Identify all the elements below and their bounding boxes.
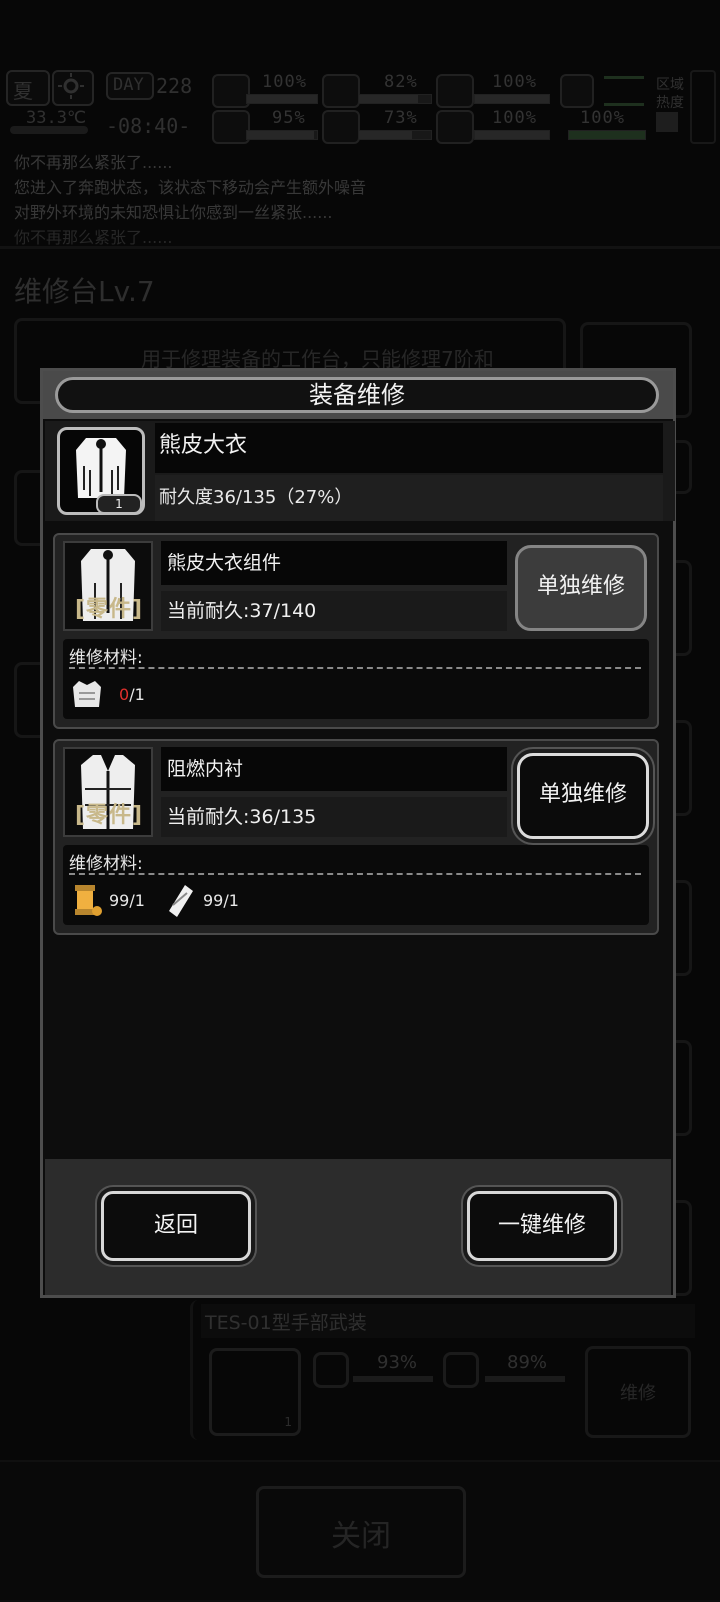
materials-label: 维修材料: [69, 854, 143, 874]
materials-label: 维修材料: [69, 648, 143, 668]
repair-part-button[interactable]: 单独维修 [517, 753, 649, 839]
repair-all-label: 一键维修 [497, 1213, 586, 1238]
material-need: /1 [129, 891, 145, 910]
part-tag: [零件] [74, 803, 144, 828]
repair-all-button[interactable]: 一键维修 [467, 1191, 617, 1261]
part-card: [零件] 熊皮大衣组件 当前耐久:37/140 单独维修 维修材料: 0/1 [53, 533, 659, 729]
material-have: 99 [109, 891, 130, 910]
fur-icon [73, 681, 101, 707]
material-need: /1 [223, 891, 239, 910]
materials-box: 维修材料: 0/1 [63, 639, 649, 719]
equipment-durability: 耐久度36/135（27%） [155, 475, 663, 521]
material-need: /1 [129, 685, 145, 704]
part-durability: 当前耐久:36/135 [161, 797, 507, 837]
material-count: 99/1 [203, 891, 239, 910]
material-count: 99/1 [109, 891, 145, 910]
cloth-roll-icon [169, 885, 193, 917]
back-label: 返回 [153, 1213, 198, 1238]
materials-divider [69, 873, 641, 875]
back-button[interactable]: 返回 [101, 1191, 251, 1261]
part-name: 熊皮大衣组件 [161, 541, 507, 585]
equipment-summary: 1 熊皮大衣 耐久度36/135（27%） [45, 421, 675, 521]
material-have: 99 [203, 891, 224, 910]
equipment-name: 熊皮大衣 [155, 423, 663, 473]
part-tag: [零件] [74, 597, 144, 622]
flame-retardant-lining-icon: [零件] [63, 747, 153, 837]
materials-divider [69, 667, 641, 669]
dialog-footer: 返回 一键维修 [45, 1159, 671, 1295]
item-count-badge: 1 [96, 494, 142, 514]
repair-part-button[interactable]: 单独维修 [515, 545, 647, 631]
material-have: 0 [119, 685, 130, 704]
repair-dialog: 装备维修 1 熊皮大衣 耐久度36/135（27%） [零件] 熊皮大衣组件 当… [40, 368, 676, 1298]
bear-coat-part-icon: [零件] [63, 541, 153, 631]
material-count: 0/1 [119, 685, 145, 704]
thread-spool-icon [75, 885, 102, 916]
repair-part-label: 单独维修 [538, 782, 627, 807]
dialog-title: 装备维修 [55, 377, 659, 413]
repair-part-label: 单独维修 [536, 574, 625, 599]
part-name: 阻燃内衬 [161, 747, 507, 791]
part-durability: 当前耐久:37/140 [161, 591, 507, 631]
part-card: [零件] 阻燃内衬 当前耐久:36/135 单独维修 维修材料: 99/1 99… [53, 739, 659, 935]
materials-box: 维修材料: 99/1 99/1 [63, 845, 649, 925]
bear-coat-icon[interactable]: 1 [57, 427, 145, 515]
